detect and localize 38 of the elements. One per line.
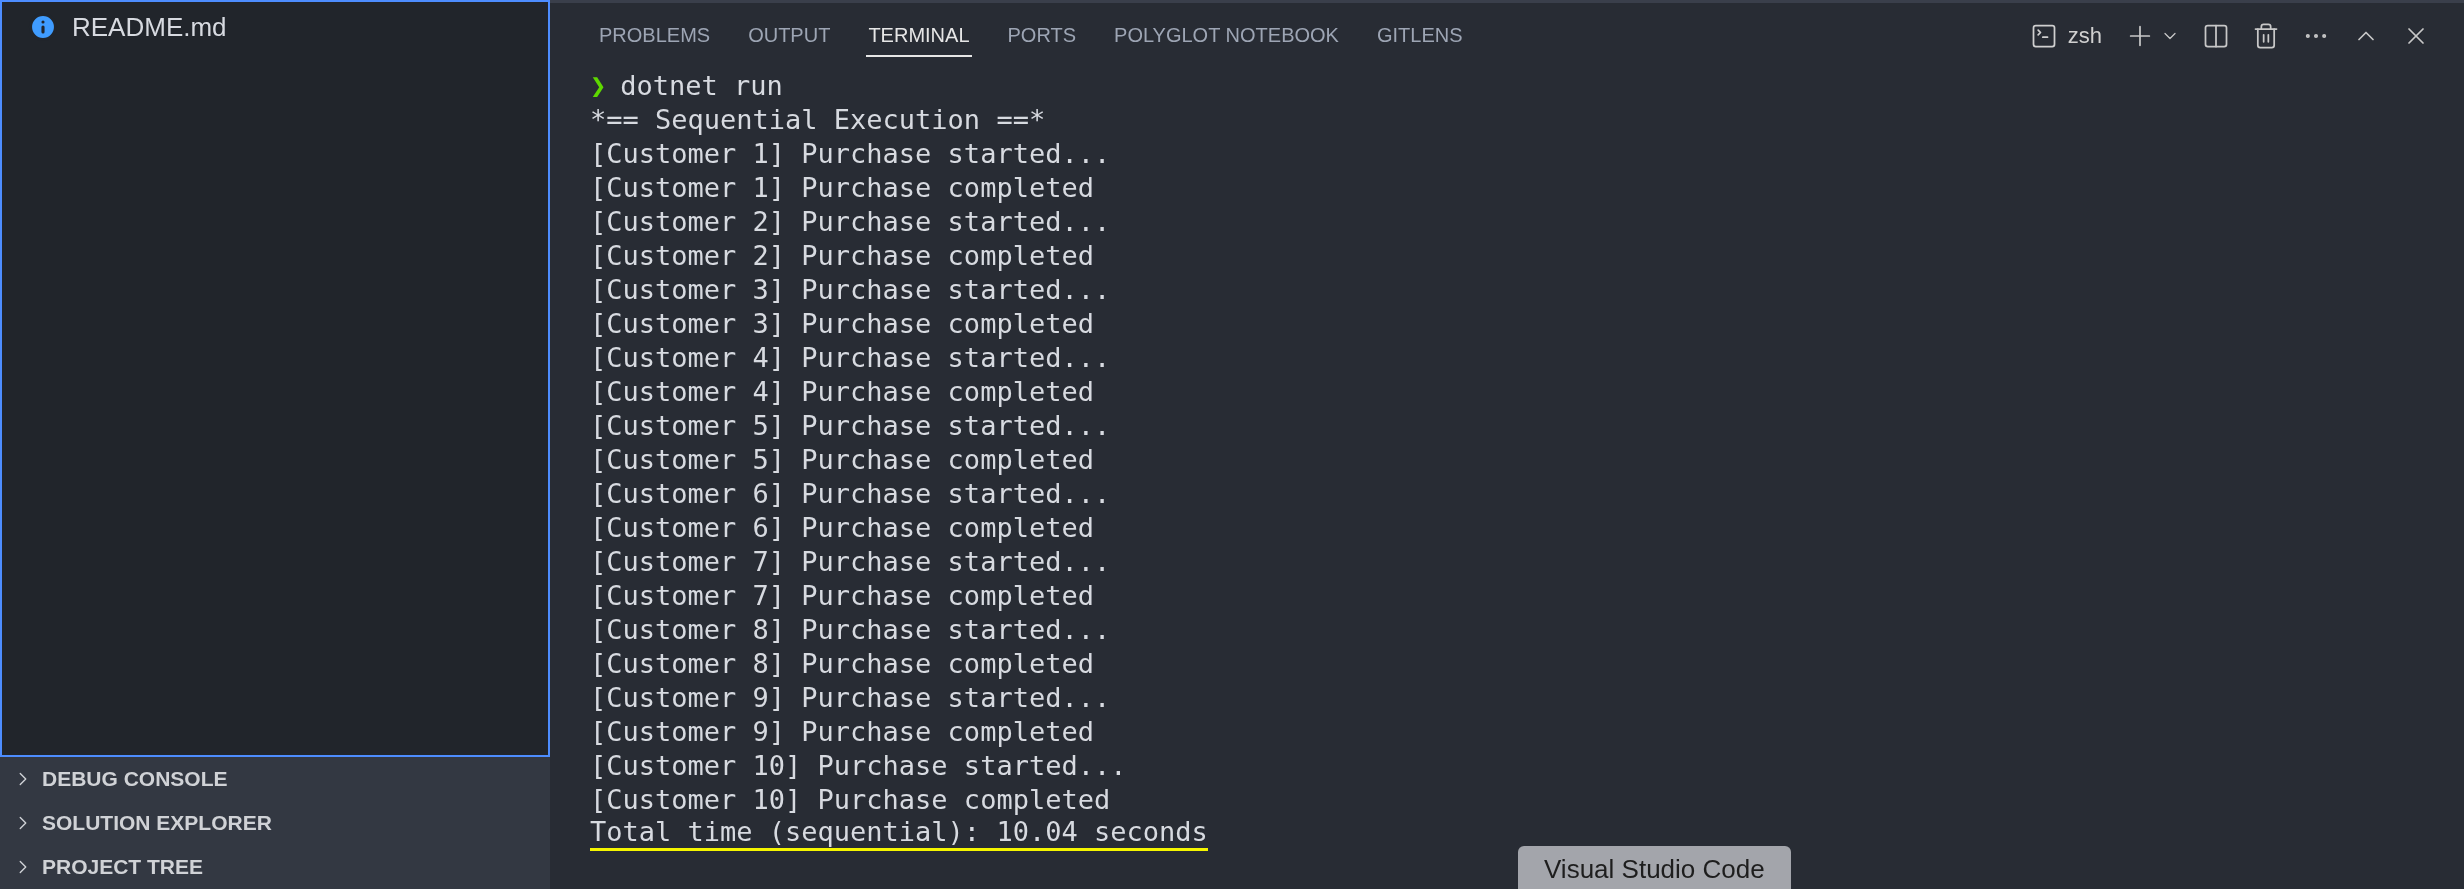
command-text: dotnet run: [620, 69, 783, 103]
output-line: [Customer 4] Purchase started...: [590, 341, 1111, 375]
output-line: [Customer 3] Purchase started...: [590, 273, 1111, 307]
split-icon[interactable]: [2202, 22, 2230, 50]
output-line: [Customer 6] Purchase started...: [590, 477, 1111, 511]
underlined-output-line: Total time (sequential): 10.04 seconds: [590, 817, 1208, 851]
tooltip: Visual Studio Code: [1518, 846, 1791, 889]
panel-tab[interactable]: OUTPUT: [746, 15, 833, 57]
output-line: [Customer 10] Purchase started...: [590, 749, 1127, 783]
panel-tab[interactable]: POLYGLOT NOTEBOOK: [1112, 15, 1341, 57]
section-header[interactable]: DEBUG CONSOLE: [0, 757, 550, 801]
output-line: [Customer 1] Purchase completed: [590, 171, 1094, 205]
panel-tab[interactable]: PORTS: [1005, 15, 1079, 57]
panel-tab[interactable]: TERMINAL: [866, 15, 972, 57]
output-line: [Customer 7] Purchase completed: [590, 579, 1094, 613]
section-header[interactable]: SOLUTION EXPLORER: [0, 801, 550, 845]
output-line: [Customer 2] Purchase completed: [590, 239, 1094, 273]
section-header[interactable]: PROJECT TREE: [0, 845, 550, 889]
output-line: [Customer 10] Purchase completed: [590, 783, 1111, 817]
output-line: [Customer 5] Purchase completed: [590, 443, 1094, 477]
output-line: [Customer 2] Purchase started...: [590, 205, 1111, 239]
panel-tab[interactable]: GITLENS: [1374, 15, 1465, 57]
prompt-symbol: ❯: [590, 69, 607, 103]
output-line: [Customer 8] Purchase completed: [590, 647, 1094, 681]
output-line: [Customer 6] Purchase completed: [590, 511, 1094, 545]
trash-icon[interactable]: [2252, 22, 2280, 50]
terminal-selector[interactable]: zsh: [2029, 22, 2102, 50]
output-line: *== Sequential Execution ==*: [590, 103, 1046, 137]
output-line: [Customer 9] Purchase completed: [590, 715, 1094, 749]
output-line: [Customer 7] Purchase started...: [590, 545, 1111, 579]
output-line: [Customer 3] Purchase completed: [590, 307, 1094, 341]
output-line: [Customer 5] Purchase started...: [590, 409, 1111, 443]
output-line: [Customer 4] Purchase completed: [590, 375, 1094, 409]
output-line: [Customer 1] Purchase started...: [590, 137, 1111, 171]
output-line: [Customer 8] Purchase started...: [590, 613, 1111, 647]
file-item[interactable]: README.md: [2, 10, 548, 44]
output-line: [Customer 9] Purchase started...: [590, 681, 1111, 715]
panel-tab[interactable]: PROBLEMS: [597, 15, 713, 57]
